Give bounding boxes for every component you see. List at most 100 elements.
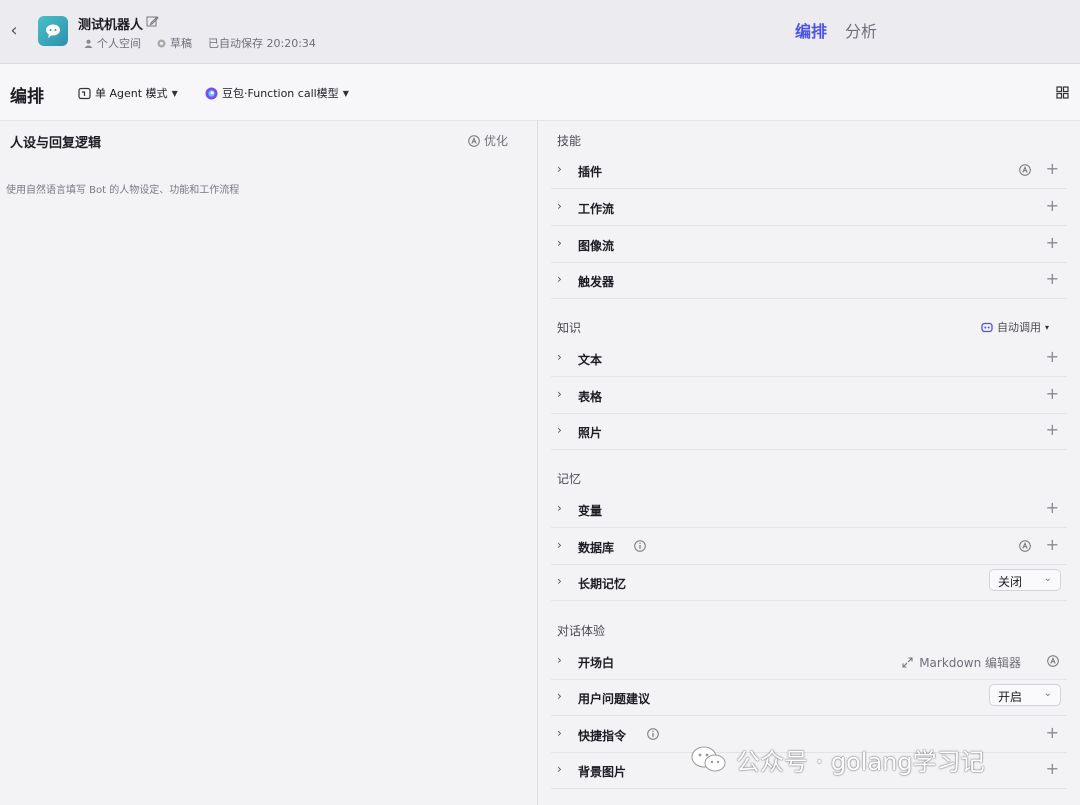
chevron-right-icon: › bbox=[557, 423, 562, 437]
persona-title: 人设与回复逻辑 bbox=[10, 136, 102, 151]
chevron-right-icon: › bbox=[557, 162, 562, 176]
add-icon[interactable]: + bbox=[1046, 385, 1059, 403]
main-tabs: 编排 分析 bbox=[795, 18, 877, 42]
add-icon[interactable]: + bbox=[1046, 160, 1059, 178]
row-label: 触发器 bbox=[578, 275, 615, 289]
select-value: 开启 bbox=[998, 690, 1023, 704]
user-icon bbox=[84, 39, 93, 48]
info-icon[interactable] bbox=[647, 728, 659, 740]
experience-row-opening[interactable]: › 开场白 Markdown 编辑器 bbox=[551, 643, 1067, 680]
memory-section-title: 记忆 bbox=[557, 472, 582, 486]
question-suggestions-select[interactable]: 开启 ⌄ bbox=[989, 684, 1061, 706]
knowledge-section-title: 知识 bbox=[557, 321, 582, 335]
info-icon[interactable] bbox=[634, 540, 646, 552]
experience-section-title: 对话体验 bbox=[557, 624, 606, 638]
memory-row-database[interactable]: › 数据库 + bbox=[551, 528, 1067, 565]
persona-prompt-input[interactable]: 使用自然语言填写 Bot 的人物设定、功能和工作流程 bbox=[6, 181, 239, 196]
autosave-label: 已自动保存 20:20:34 bbox=[208, 37, 316, 50]
model-select[interactable]: 豆包·Function call模型 ▼ bbox=[205, 85, 349, 101]
optimize-button[interactable]: 优化 bbox=[468, 132, 508, 149]
knowledge-row-text[interactable]: › 文本 + bbox=[551, 340, 1067, 377]
chat-bubble-icon bbox=[46, 24, 60, 38]
tab-analysis[interactable]: 分析 bbox=[845, 18, 877, 42]
add-icon[interactable]: + bbox=[1046, 421, 1059, 439]
markdown-editor-label: Markdown 编辑器 bbox=[919, 656, 1021, 670]
wechat-icon bbox=[691, 746, 726, 771]
caret-down-icon: ▾ bbox=[1045, 322, 1050, 332]
skill-row-trigger[interactable]: › 触发器 + bbox=[551, 262, 1067, 299]
add-icon[interactable]: + bbox=[1046, 536, 1059, 554]
chevron-right-icon: › bbox=[557, 653, 562, 667]
chevron-right-icon: › bbox=[557, 199, 562, 213]
add-icon[interactable]: + bbox=[1046, 197, 1059, 215]
row-label: 图像流 bbox=[578, 239, 615, 253]
row-label: 表格 bbox=[578, 390, 603, 404]
long-term-memory-select[interactable]: 关闭 ⌄ bbox=[989, 569, 1061, 591]
agent-mode-label: 单 Agent 模式 bbox=[95, 87, 168, 100]
chevron-right-icon: › bbox=[557, 236, 562, 250]
chevron-right-icon: › bbox=[557, 272, 562, 286]
top-bar: ‹ 测试机器人 个人空间 草稿 已自动保存 20:20:34 编排 分析 bbox=[0, 0, 1080, 64]
experience-row-suggestions[interactable]: › 用户问题建议 开启 ⌄ bbox=[551, 679, 1067, 716]
chevron-right-icon: › bbox=[557, 350, 562, 364]
chevron-right-icon: › bbox=[557, 762, 562, 776]
skill-row-workflow[interactable]: › 工作流 + bbox=[551, 189, 1067, 226]
bot-avatar[interactable] bbox=[38, 16, 68, 46]
layout-grid-icon[interactable] bbox=[1056, 86, 1069, 99]
row-label: 用户问题建议 bbox=[578, 692, 651, 706]
row-label: 变量 bbox=[578, 504, 603, 518]
chevron-left-icon[interactable]: ‹ bbox=[6, 20, 22, 42]
expand-icon bbox=[902, 657, 913, 668]
agent-mode-select[interactable]: 单 Agent 模式 ▼ bbox=[78, 85, 178, 101]
status-label: 草稿 bbox=[170, 37, 192, 50]
row-label: 数据库 bbox=[578, 541, 615, 555]
add-icon[interactable]: + bbox=[1046, 234, 1059, 252]
robot-icon bbox=[981, 322, 993, 333]
markdown-editor-button[interactable]: Markdown 编辑器 bbox=[902, 654, 1021, 671]
add-icon[interactable]: + bbox=[1046, 270, 1059, 288]
add-icon[interactable]: + bbox=[1046, 499, 1059, 517]
memory-row-long-term[interactable]: › 长期记忆 关闭 ⌄ bbox=[551, 564, 1067, 601]
watermark-text: 公众号 · golang学习记 bbox=[736, 748, 985, 776]
row-label: 背景图片 bbox=[578, 765, 627, 779]
agent-mode-icon bbox=[78, 87, 91, 99]
add-icon[interactable]: + bbox=[1046, 724, 1059, 742]
workspace-label: 个人空间 bbox=[97, 37, 141, 50]
knowledge-row-table[interactable]: › 表格 + bbox=[551, 377, 1067, 414]
ai-auto-icon[interactable] bbox=[1019, 164, 1031, 176]
row-label: 照片 bbox=[578, 426, 603, 440]
doubao-model-icon bbox=[205, 87, 218, 99]
row-label: 长期记忆 bbox=[578, 577, 627, 591]
ai-optimize-icon bbox=[468, 134, 480, 147]
chevron-right-icon: › bbox=[557, 726, 562, 740]
persona-panel: 人设与回复逻辑 优化 使用自然语言填写 Bot 的人物设定、功能和工作流程 bbox=[0, 121, 538, 805]
add-icon[interactable]: + bbox=[1046, 348, 1059, 366]
config-panel: 技能 › 插件 + › 工作流 + › 图像流 + › 触发器 + 知识 自动调… bbox=[539, 121, 1080, 805]
bot-name: 测试机器人 bbox=[78, 18, 144, 33]
ai-auto-icon[interactable] bbox=[1047, 655, 1059, 667]
chevron-right-icon: › bbox=[557, 689, 562, 703]
tab-arrange[interactable]: 编排 bbox=[795, 18, 827, 42]
edit-icon[interactable] bbox=[146, 15, 159, 28]
chevron-right-icon: › bbox=[557, 538, 562, 552]
chevron-right-icon: › bbox=[557, 574, 562, 588]
ai-auto-icon[interactable] bbox=[1019, 540, 1031, 552]
chevron-right-icon: › bbox=[557, 501, 562, 515]
optimize-label: 优化 bbox=[484, 134, 509, 148]
chevron-right-icon: › bbox=[557, 387, 562, 401]
caret-down-icon: ▼ bbox=[171, 88, 178, 98]
bot-meta: 个人空间 草稿 已自动保存 20:20:34 bbox=[84, 35, 316, 51]
auto-call-select[interactable]: 自动调用 ▾ bbox=[981, 319, 1049, 335]
add-icon[interactable]: + bbox=[1046, 760, 1059, 778]
model-label: 豆包·Function call模型 bbox=[222, 87, 339, 100]
wechat-watermark: 公众号 · golang学习记 bbox=[690, 742, 985, 777]
skill-row-plugin[interactable]: › 插件 + bbox=[551, 152, 1067, 189]
row-label: 文本 bbox=[578, 353, 603, 367]
toolbar: 编排 单 Agent 模式 ▼ 豆包·Function call模型 ▼ bbox=[0, 64, 1080, 121]
knowledge-row-photo[interactable]: › 照片 + bbox=[551, 413, 1067, 450]
memory-row-variable[interactable]: › 变量 + bbox=[551, 491, 1067, 528]
row-label: 插件 bbox=[578, 165, 603, 179]
skill-row-imageflow[interactable]: › 图像流 + bbox=[551, 226, 1067, 263]
row-label: 快捷指令 bbox=[578, 729, 627, 743]
page-title: 编排 bbox=[10, 87, 44, 107]
